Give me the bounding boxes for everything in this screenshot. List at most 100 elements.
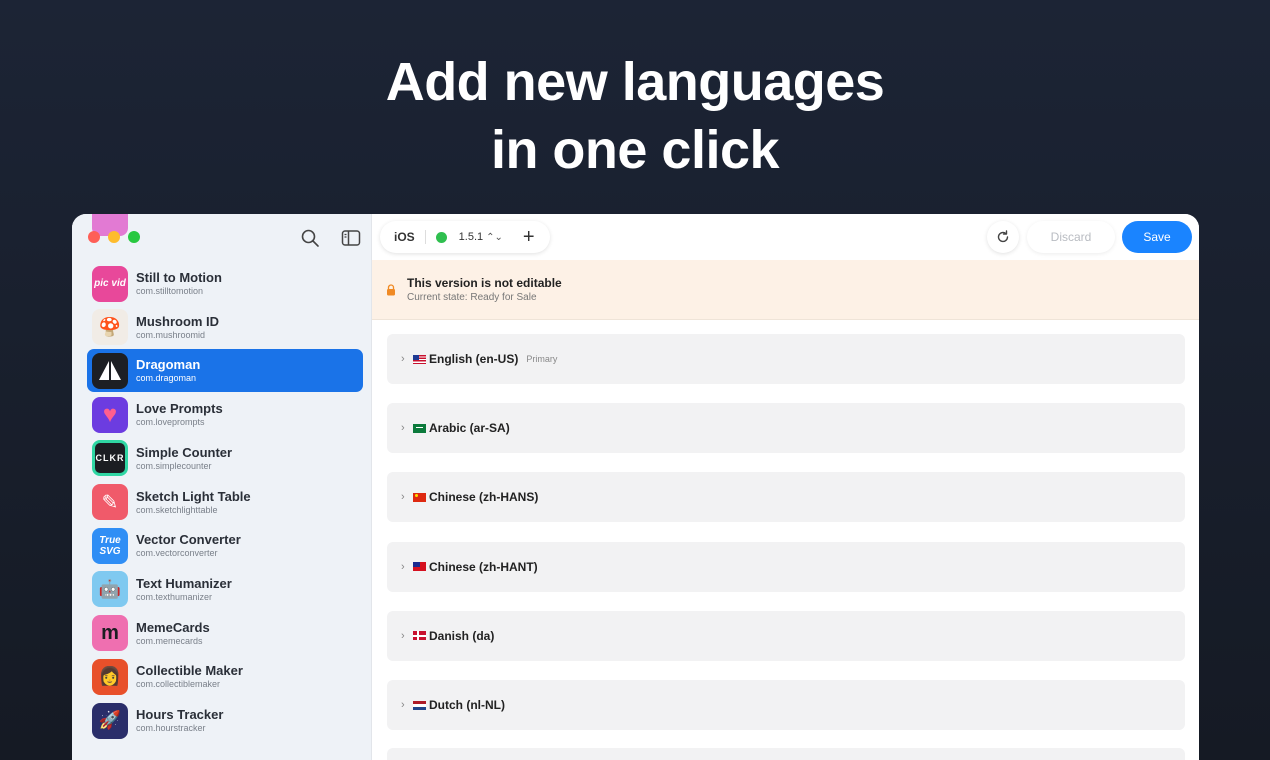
banner-subtitle: Current state: Ready for Sale <box>407 292 537 303</box>
chevron-right-icon[interactable]: › <box>401 353 411 365</box>
app-name: Collectible Maker <box>136 663 243 679</box>
app-text: Sketch Light Table com.sketchlighttable <box>136 489 251 516</box>
version-selector[interactable]: iOS 1.5.1 ⌃⌄ + <box>380 221 550 253</box>
app-icon: True SVG <box>92 527 128 564</box>
discard-button[interactable]: Discard <box>1027 221 1115 253</box>
chevron-right-icon[interactable]: › <box>401 422 411 434</box>
chevron-right-icon[interactable]: › <box>401 491 411 503</box>
app-bundle-id: com.simplecounter <box>136 460 212 471</box>
app-icon: ♥ <box>92 396 128 433</box>
save-button[interactable]: Save <box>1122 221 1192 253</box>
search-icon[interactable] <box>299 227 321 249</box>
banner-title: This version is not editable <box>407 276 562 290</box>
platform-label[interactable]: iOS <box>394 230 415 244</box>
app-name: Still to Motion <box>136 270 222 285</box>
toolbar: iOS 1.5.1 ⌃⌄ + Discard Save <box>372 214 1199 260</box>
app-name: Text Humanizer <box>136 575 232 591</box>
app-bundle-id: com.collectiblemaker <box>136 679 221 690</box>
chevron-right-icon[interactable]: › <box>401 630 411 642</box>
app-icon: CLKR <box>92 440 128 477</box>
flag-dk-icon <box>413 631 426 641</box>
refresh-button[interactable] <box>987 221 1019 253</box>
close-window-button[interactable] <box>88 231 100 243</box>
app-text: Vector Converter com.vectorconverter <box>136 532 241 559</box>
app-list-item[interactable]: 🍄 Mushroom ID com.mushroomid <box>87 306 363 349</box>
flag-nl-icon <box>413 700 426 710</box>
language-name: Chinese (zh-HANS) <box>429 490 539 505</box>
language-card[interactable]: › Chinese (zh-HANS) <box>387 472 1185 523</box>
app-bundle-id: com.loveprompts <box>136 417 205 428</box>
app-bundle-id: com.mushroomid <box>136 329 206 340</box>
app-name: Sketch Light Table <box>136 488 251 504</box>
zoom-window-button[interactable] <box>128 231 140 243</box>
language-card[interactable]: › Dutch (nl-NL) <box>387 680 1185 730</box>
app-bundle-id: com.texthumanizer <box>136 591 213 602</box>
app-text: Love Prompts com.loveprompts <box>136 401 223 428</box>
language-card[interactable]: › Danish (da) <box>387 610 1185 661</box>
refresh-icon <box>997 230 1009 243</box>
not-editable-banner: This version is not editable Current sta… <box>372 260 1199 320</box>
sidebar-toggle-icon[interactable] <box>340 227 362 249</box>
language-card-partial[interactable] <box>387 748 1185 760</box>
main-panel: iOS 1.5.1 ⌃⌄ + Discard Save This version… <box>372 214 1199 760</box>
app-icon: pic vid <box>92 265 128 302</box>
app-name: Love Prompts <box>136 401 223 417</box>
chevron-right-icon[interactable]: › <box>401 561 411 573</box>
app-list-item[interactable]: 🚀 Hours Tracker com.hourstracker <box>87 699 363 742</box>
app-bundle-id: com.memecards <box>136 635 203 646</box>
minimize-window-button[interactable] <box>108 231 120 243</box>
flag-cn-icon <box>413 492 426 502</box>
app-bundle-id: com.stilltomotion <box>136 286 204 296</box>
language-card[interactable]: › English (en-US) Primary <box>387 334 1185 384</box>
app-icon: m <box>92 615 128 652</box>
language-name: Dutch (nl-NL) <box>429 698 505 712</box>
app-icon: 👩 <box>92 658 128 695</box>
app-list-item[interactable]: 🤖 Text Humanizer com.texthumanizer <box>87 568 363 611</box>
app-name: Hours Tracker <box>136 707 224 722</box>
add-version-icon[interactable]: + <box>523 227 535 247</box>
app-list-item[interactable]: True SVG Vector Converter com.vectorconver… <box>87 524 363 567</box>
window-controls <box>88 231 140 243</box>
app-bundle-id: com.hourstracker <box>136 723 206 733</box>
primary-tag: Primary <box>526 354 558 364</box>
app-name: Vector Converter <box>136 532 241 548</box>
app-list-item[interactable]: 👩 Collectible Maker com.collectiblemaker <box>87 655 363 698</box>
app-list-item[interactable]: Dragoman com.dragoman <box>87 349 363 393</box>
chevron-right-icon[interactable]: › <box>401 699 411 711</box>
app-window: pic vid Still to Motion com.stilltomotion 🍄… <box>72 214 1199 760</box>
app-text: Still to Motion com.stilltomotion <box>136 270 222 297</box>
flag-us-icon <box>413 354 426 364</box>
app-list-item[interactable]: pic vid Still to Motion com.stilltomotion <box>87 262 363 305</box>
chevron-updown-icon[interactable]: ⌃⌄ <box>486 232 503 243</box>
app-text: Mushroom ID com.mushroomid <box>136 314 219 341</box>
language-name: English (en-US) <box>429 352 519 366</box>
headline-line-2: in one click <box>490 120 780 180</box>
app-text: MemeCards com.memecards <box>136 620 210 647</box>
app-bundle-id: com.sketchlighttable <box>136 504 218 515</box>
app-text: Text Humanizer com.texthumanizer <box>136 576 232 603</box>
app-text: Collectible Maker com.collectiblemaker <box>136 663 243 690</box>
app-icon: 🚀 <box>92 702 128 739</box>
version-label[interactable]: 1.5.1 <box>459 231 483 243</box>
headline: Add new languages in one click <box>0 48 1270 184</box>
language-card[interactable]: › Chinese (zh-HANT) <box>387 541 1185 592</box>
app-list-item[interactable]: m MemeCards com.memecards <box>87 612 363 655</box>
flag-tw-icon <box>413 562 426 572</box>
app-list-item[interactable]: ♥ Love Prompts com.loveprompts <box>87 393 363 436</box>
app-name: MemeCards <box>136 619 210 635</box>
app-text: Dragoman com.dragoman <box>136 357 200 384</box>
language-name: Arabic (ar-SA) <box>429 421 510 436</box>
status-dot <box>435 231 447 243</box>
divider <box>424 230 426 244</box>
app-list-item[interactable]: ✎ Sketch Light Table com.sketchlighttable <box>87 481 363 524</box>
app-name: Mushroom ID <box>136 313 220 329</box>
app-bundle-id: com.vectorconverter <box>136 548 218 559</box>
flag-sa-icon <box>413 423 426 433</box>
app-icon: 🍄 <box>92 309 128 346</box>
app-text: Hours Tracker com.hourstracker <box>136 707 223 734</box>
language-card[interactable]: › Arabic (ar-SA) <box>387 403 1185 454</box>
app-list-item[interactable]: CLKR Simple Counter com.simplecounter <box>87 437 363 480</box>
lock-icon <box>387 284 395 296</box>
app-name: Dragoman <box>136 357 201 373</box>
app-name: Simple Counter <box>136 444 233 460</box>
